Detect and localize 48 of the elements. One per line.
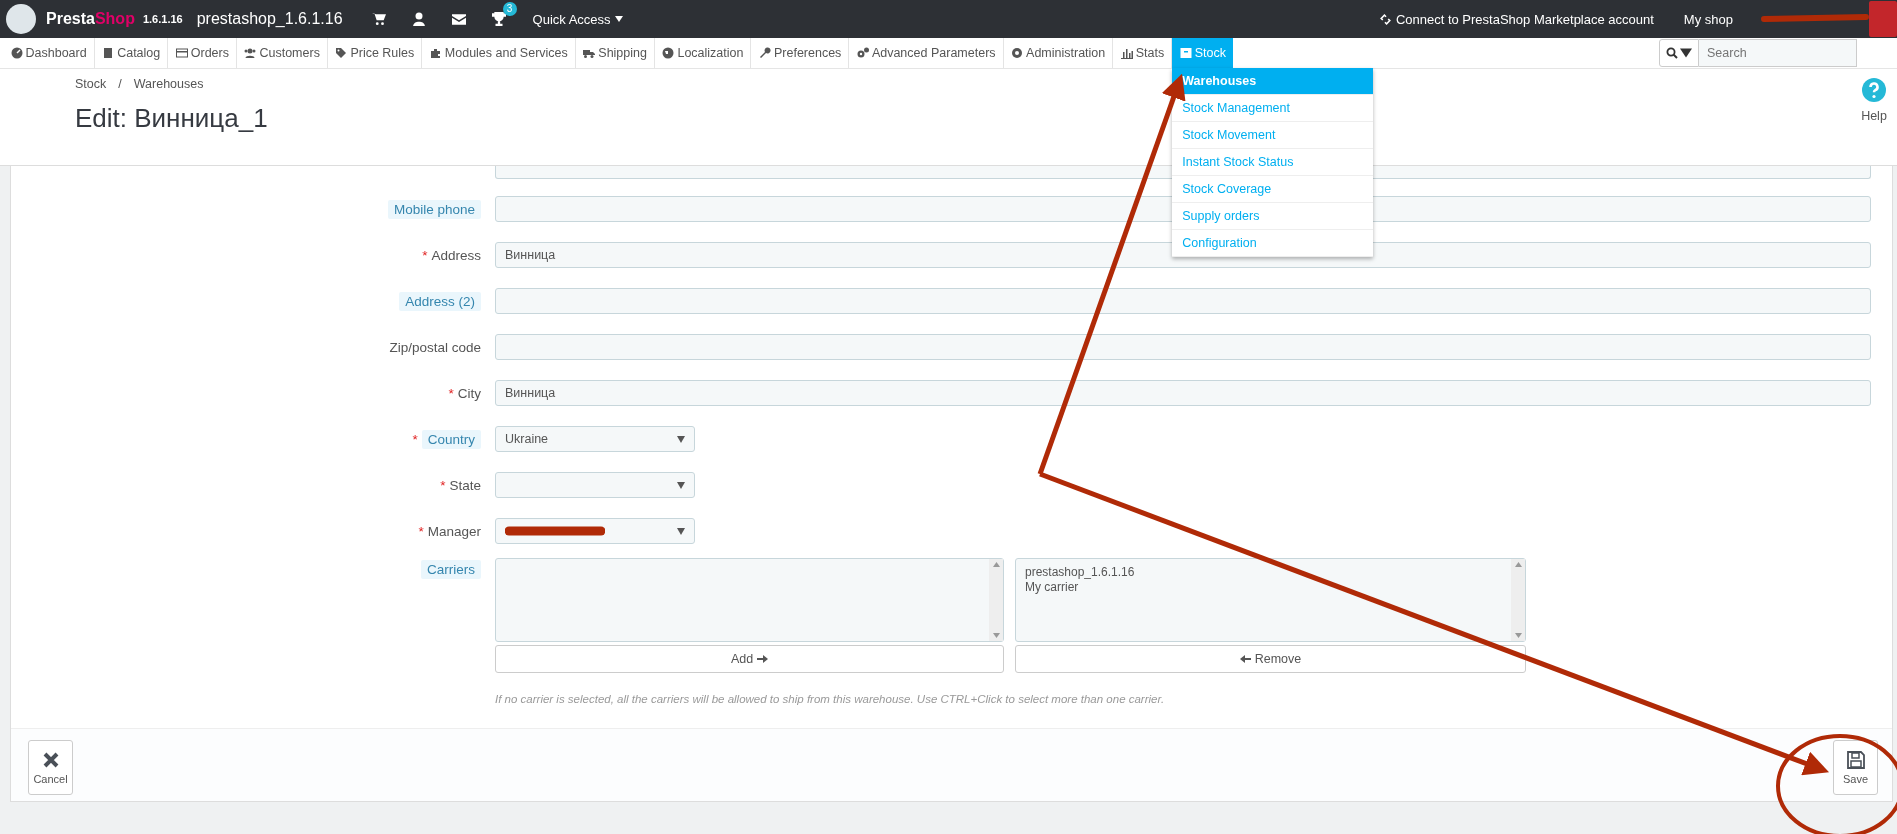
nav-tab[interactable]: Dashboard xyxy=(3,38,95,68)
marketplace-link[interactable]: Connect to PrestaShop Marketplace account xyxy=(1378,11,1654,27)
nav-tab[interactable]: Localization xyxy=(654,38,752,68)
add-button[interactable]: Add xyxy=(495,645,1004,673)
field-label: State xyxy=(449,477,481,493)
required-mark: * xyxy=(448,385,454,401)
required-mark: * xyxy=(418,523,424,539)
field-label: Mobile phone xyxy=(387,199,481,219)
required-mark: * xyxy=(422,247,428,263)
required-mark: * xyxy=(440,477,446,493)
nav-tab[interactable]: Customers xyxy=(236,38,328,68)
breadcrumb-separator: / xyxy=(118,77,122,91)
nav-tab[interactable]: Orders xyxy=(168,38,237,68)
nav-tab[interactable]: Administration xyxy=(1003,38,1114,68)
help-button[interactable]: Help xyxy=(1861,69,1897,165)
select-field[interactable]: Ukraine xyxy=(495,426,695,452)
breadcrumb-link[interactable]: Warehouses xyxy=(133,77,204,91)
field-label: Manager xyxy=(427,523,481,539)
remove-button[interactable]: Remove xyxy=(1015,645,1526,673)
brand-name: PrestaShop xyxy=(46,10,135,28)
nav-tab[interactable]: Price Rules xyxy=(327,38,423,68)
save-button[interactable]: Save xyxy=(1833,740,1878,795)
notification-badge: 3 xyxy=(502,2,517,16)
text-field[interactable]: Винница xyxy=(495,380,1871,406)
nav-tab[interactable]: Modules and Services xyxy=(422,38,576,68)
cancel-button[interactable]: Cancel xyxy=(28,740,73,795)
field-label: Zip/postal code xyxy=(389,339,481,355)
nav-tab[interactable]: Advanced Parameters xyxy=(849,38,1004,68)
nav-tab[interactable]: Shipping xyxy=(575,38,655,68)
breadcrumb-link[interactable]: Stock xyxy=(75,77,107,91)
field-label: Carriers xyxy=(421,560,481,579)
help-text: If no carrier is selected, all the carriers will be allowed to ship from this warehouse. Use CTRL+Click to select more than one carrier. xyxy=(495,693,1166,705)
carrier-list[interactable]: prestashop_1.6.1.16 My carrier xyxy=(1015,558,1526,642)
field-label: City xyxy=(457,385,481,401)
search-field[interactable]: Search xyxy=(1699,39,1857,67)
carrier-option[interactable]: prestashop_1.6.1.16 xyxy=(1025,565,1502,579)
nav-tab[interactable]: Preferences xyxy=(751,38,850,68)
version-label: 1.6.1.16 xyxy=(142,13,183,25)
shop-name[interactable]: prestashop_1.6.1.16 xyxy=(196,10,343,28)
field-label: Address (2) xyxy=(399,291,481,311)
required-mark: * xyxy=(412,431,418,447)
nav-tab[interactable]: Catalog xyxy=(94,38,169,68)
page-title: Edit: Винница_1 xyxy=(75,103,268,134)
field-label: Address xyxy=(431,247,481,263)
field-label: Country xyxy=(421,429,481,449)
carrier-option[interactable]: My carrier xyxy=(1025,580,1502,594)
my-shop-link[interactable]: My shop xyxy=(1683,11,1733,27)
quick-access-menu[interactable]: Quick Access xyxy=(532,11,623,27)
